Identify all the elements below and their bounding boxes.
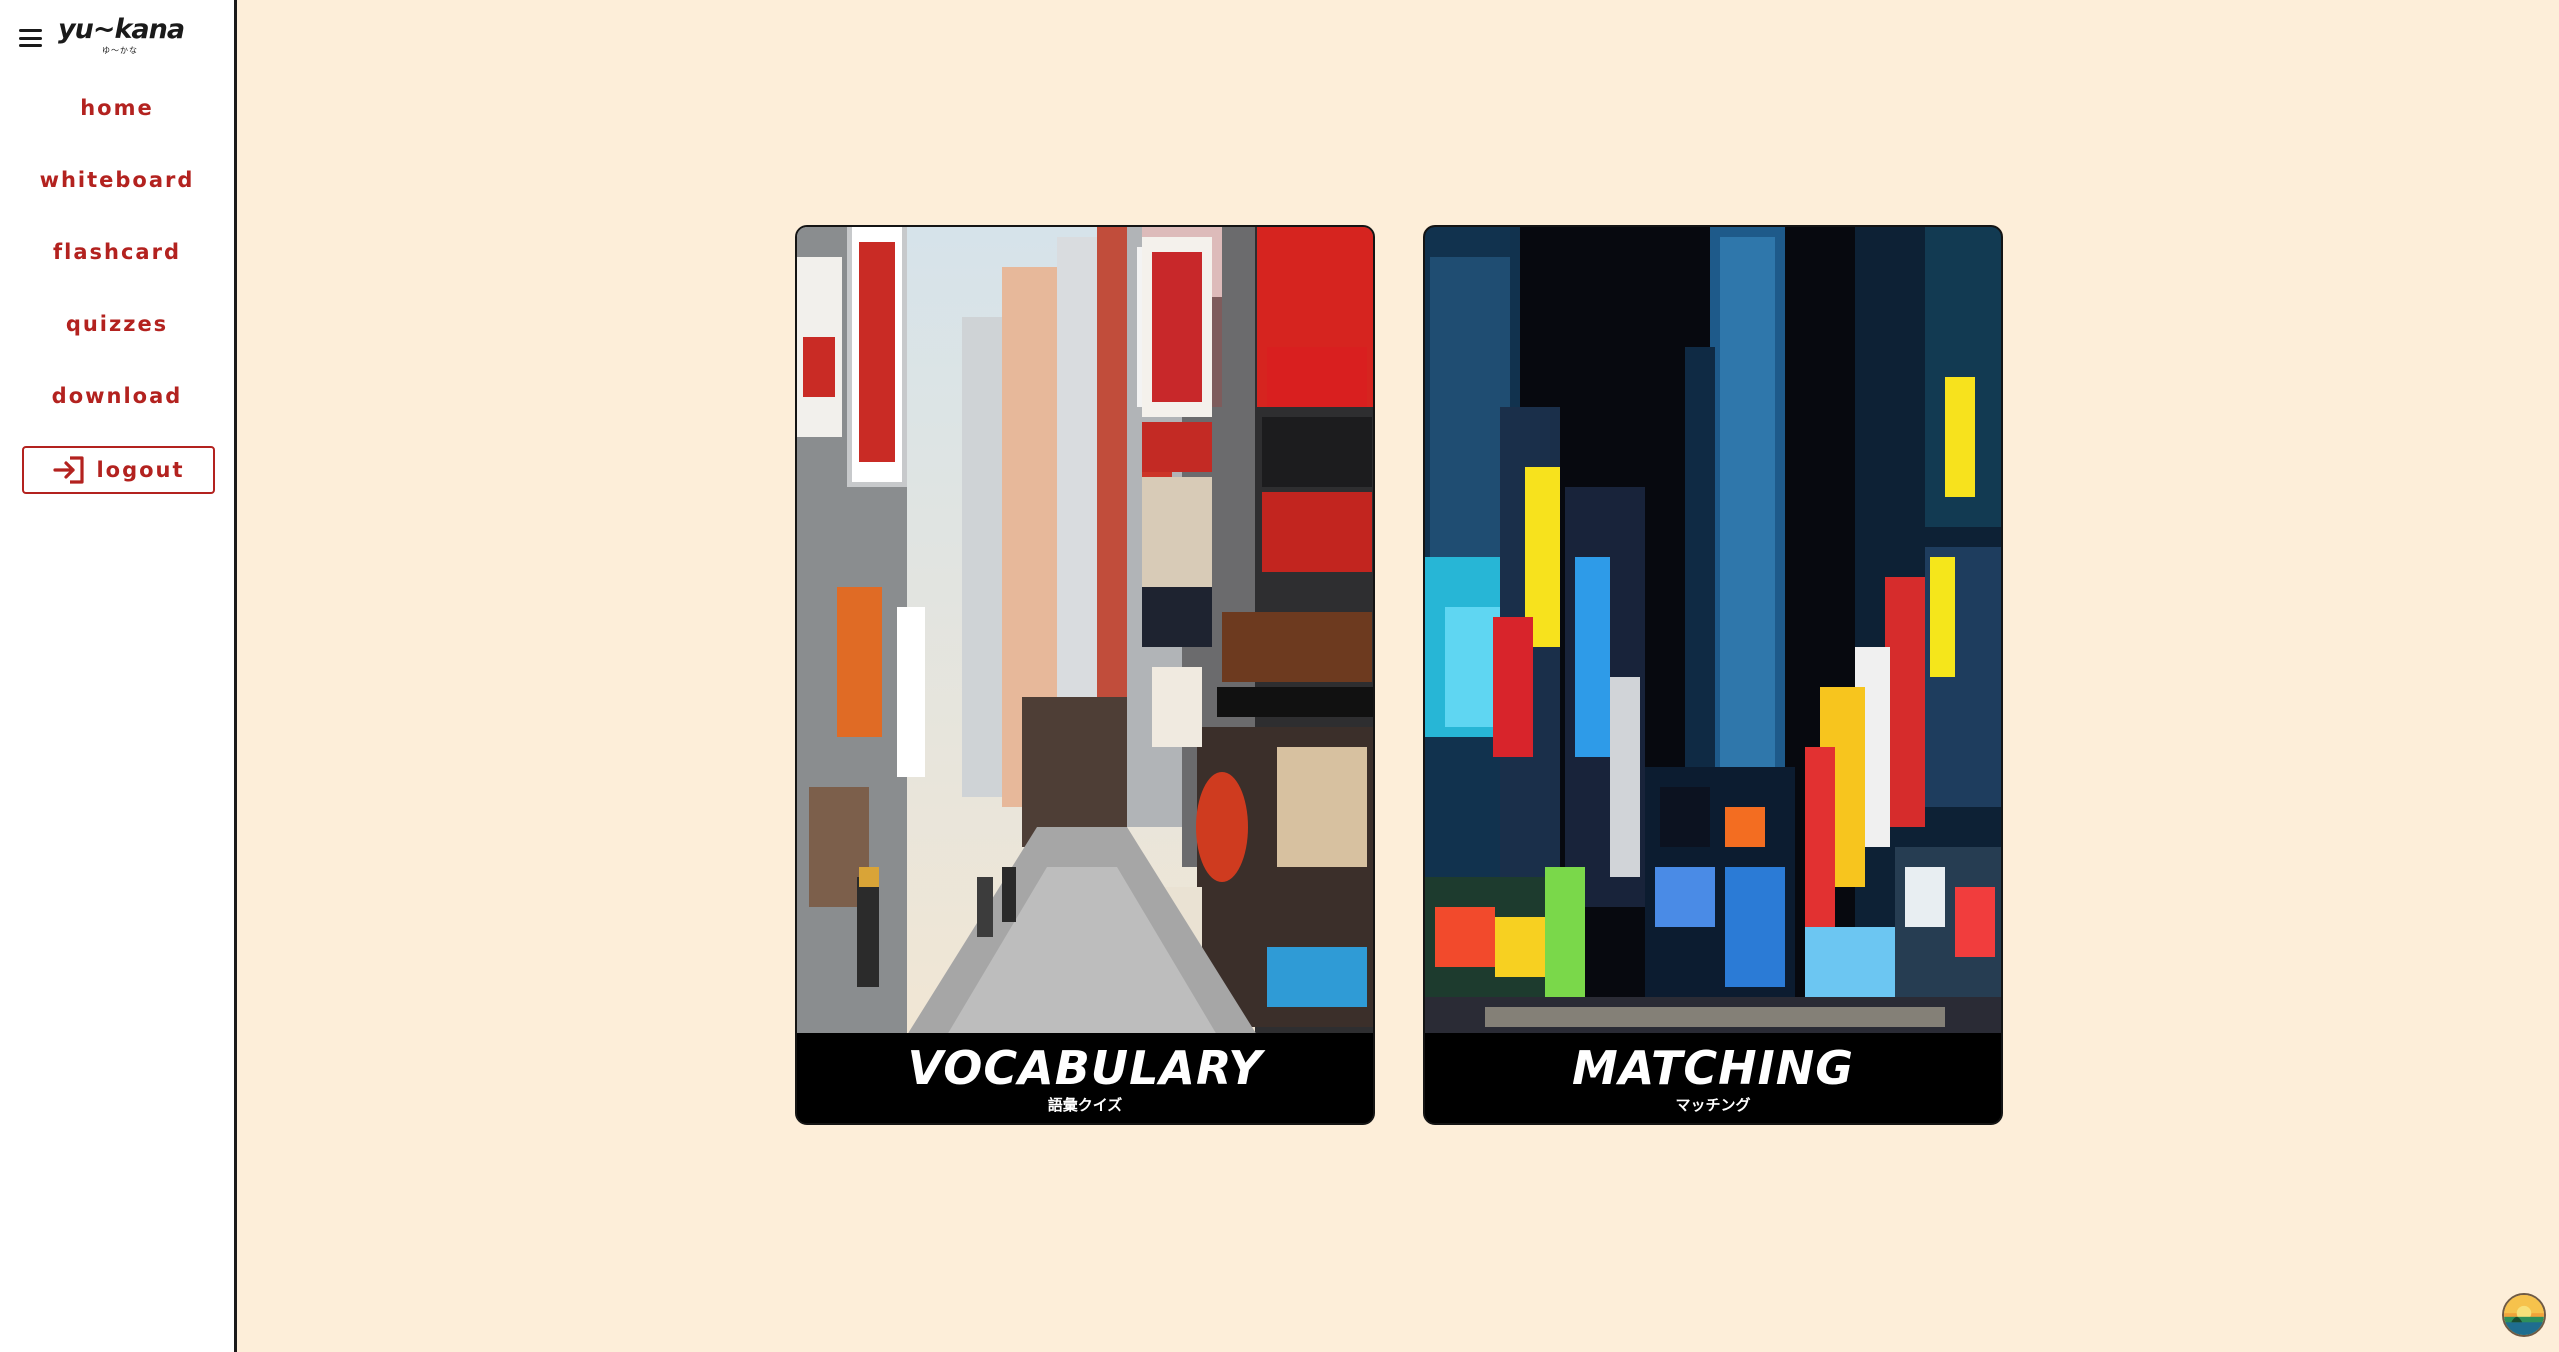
logo[interactable]: yu~kana ゆ〜かな (58, 14, 185, 56)
hamburger-menu-icon[interactable] (19, 29, 42, 47)
app-root: yu~kana ゆ〜かな home whiteboard flashcard q… (0, 0, 2559, 1352)
vocabulary-card[interactable]: VOCABULARY 語彙クイズ (795, 225, 1375, 1125)
matching-card-subtitle: マッチング (1675, 1096, 1751, 1114)
night-city-photo-image (1425, 227, 2001, 1035)
sunset-avatar-icon[interactable] (2502, 1293, 2546, 1337)
logo-text: yu~kana (58, 14, 185, 45)
nav-item-download[interactable]: download (0, 378, 234, 450)
vocabulary-card-title: VOCABULARY (907, 1041, 1263, 1095)
nav-item-flashcard[interactable]: flashcard (0, 234, 234, 306)
matching-card-title: MATCHING (1572, 1041, 1854, 1095)
nav-item-quizzes[interactable]: quizzes (0, 306, 234, 378)
street-photo-image (797, 227, 1373, 1035)
login-arrow-icon (53, 456, 85, 484)
logout-label: logout (96, 458, 185, 482)
vocabulary-card-banner: VOCABULARY 語彙クイズ (797, 1033, 1373, 1123)
sidebar: yu~kana ゆ〜かな home whiteboard flashcard q… (0, 0, 237, 1352)
matching-card-banner: MATCHING マッチング (1425, 1033, 2001, 1123)
logout-button[interactable]: logout (22, 446, 215, 494)
nav-item-whiteboard[interactable]: whiteboard (0, 162, 234, 234)
nav-item-home[interactable]: home (0, 90, 234, 162)
matching-card[interactable]: MATCHING マッチング (1423, 225, 2003, 1125)
logo-subtext: ゆ〜かな (102, 46, 138, 55)
sidebar-nav: home whiteboard flashcard quizzes downlo… (0, 90, 234, 450)
vocabulary-card-subtitle: 語彙クイズ (1047, 1096, 1123, 1114)
